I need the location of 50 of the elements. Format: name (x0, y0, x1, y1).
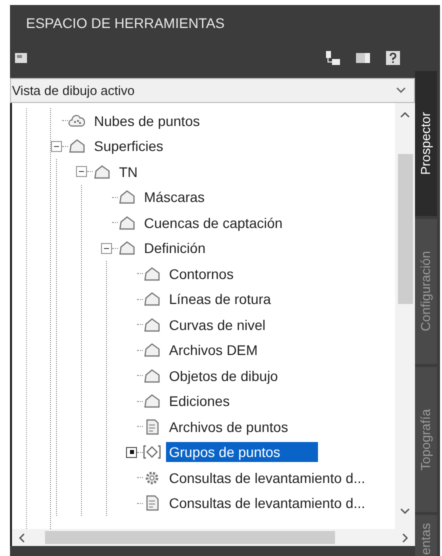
tree-item[interactable]: Nubes de puntos (91, 110, 203, 131)
tree-item[interactable]: Objetos de dibujo (166, 366, 281, 386)
tree-item[interactable]: Archivos de puntos (166, 416, 292, 437)
help-icon[interactable] (385, 50, 401, 66)
tree-item[interactable]: Curvas de nivel (166, 314, 268, 335)
tree-item[interactable]: Superficies (91, 136, 166, 156)
tree-item[interactable]: Definición (141, 238, 208, 258)
tree-item[interactable]: Consultas de levantamiento d... (166, 468, 368, 488)
points-group-icon (143, 444, 161, 460)
scroll-up-icon[interactable] (400, 111, 410, 118)
side-tab[interactable]: Prospector (415, 71, 437, 216)
tree-item[interactable]: Contornos (166, 264, 237, 284)
view-dropdown[interactable]: Vista de dibujo activo (10, 78, 415, 103)
tree-item[interactable]: TN (116, 162, 141, 182)
tree-item[interactable]: Cuencas de captación (141, 212, 286, 233)
collapse-toggle[interactable] (76, 166, 87, 178)
tree-item[interactable]: Grupos de puntos (166, 442, 318, 462)
scroll-left-icon[interactable] (18, 532, 25, 542)
chevron-down-icon (396, 87, 406, 94)
surface-icon (143, 342, 161, 358)
gear-icon (143, 470, 161, 486)
cloud-icon (68, 112, 86, 129)
panel-layout-icon[interactable] (355, 51, 371, 65)
collapse-toggle[interactable] (51, 140, 62, 152)
tree-item[interactable]: Líneas de rotura (166, 289, 274, 310)
scroll-thumb[interactable] (45, 531, 335, 544)
surface-icon (93, 164, 111, 180)
tree-item[interactable]: Consultas de levantamiento d... (166, 493, 368, 514)
surface-icon (118, 189, 136, 206)
scroll-down-icon[interactable] (400, 508, 410, 515)
surface-icon (143, 368, 161, 384)
window-title: ESPACIO DE HERRAMIENTAS (26, 14, 225, 32)
surface-icon (143, 291, 161, 308)
tree-item[interactable]: Archivos DEM (166, 340, 261, 360)
tree-view-icon[interactable] (325, 50, 341, 66)
surface-icon (118, 214, 136, 231)
surface-icon (143, 393, 161, 410)
surface-icon (68, 138, 86, 154)
panel-icon[interactable] (14, 51, 28, 65)
surface-icon (118, 240, 136, 256)
collapse-toggle[interactable] (101, 242, 112, 254)
tree-item[interactable]: Máscaras (141, 187, 208, 208)
scroll-thumb[interactable] (398, 154, 412, 304)
surface-icon (143, 316, 161, 333)
horizontal-scrollbar[interactable] (12, 529, 415, 546)
scroll-right-icon[interactable] (402, 532, 409, 542)
tree-item[interactable]: Ediciones (166, 391, 233, 412)
surface-icon (143, 266, 161, 282)
vertical-scrollbar[interactable] (395, 103, 415, 529)
expand-toggle[interactable] (126, 446, 137, 458)
